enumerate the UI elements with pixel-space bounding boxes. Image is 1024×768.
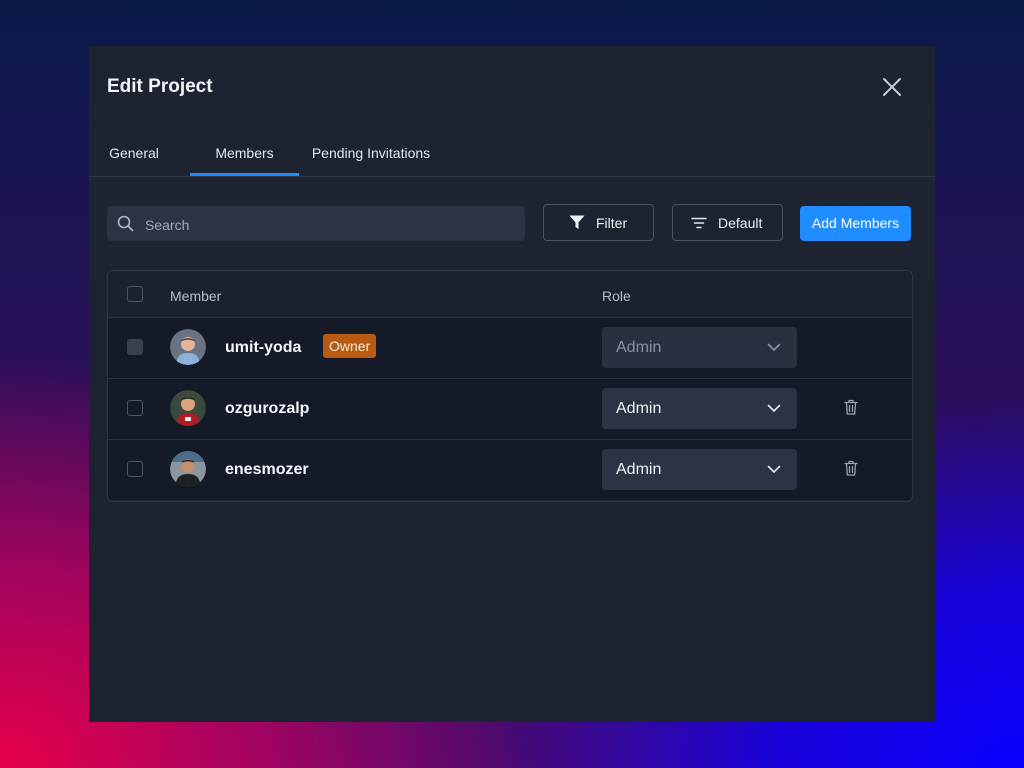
edit-project-modal: Edit Project General Members Pending Inv… — [89, 46, 935, 722]
role-value: Admin — [616, 339, 662, 356]
tab-members[interactable]: Members — [190, 134, 299, 176]
search-box[interactable] — [107, 206, 525, 243]
role-select: Admin — [602, 327, 797, 368]
owner-badge: Owner — [323, 334, 377, 358]
table-header: Member Role — [108, 271, 912, 319]
modal-title: Edit Project — [107, 76, 213, 97]
row-checkbox[interactable] — [127, 461, 143, 477]
table-row: umit-yoda Owner Admin — [108, 317, 912, 378]
add-members-button[interactable]: Add Members — [800, 206, 911, 241]
member-username: umit-yoda — [225, 339, 302, 356]
avatar — [170, 390, 206, 426]
member-username: enesmozer — [225, 461, 309, 478]
filter-button[interactable]: Filter — [543, 204, 654, 241]
sort-button[interactable]: Default — [672, 204, 783, 241]
role-value: Admin — [616, 461, 662, 478]
member-column-header: Member — [170, 288, 222, 304]
role-column-header: Role — [602, 288, 631, 304]
role-select[interactable]: Admin — [602, 449, 797, 490]
tab-bar: General Members Pending Invitations — [89, 134, 935, 177]
chevron-down-icon — [767, 465, 781, 474]
close-icon[interactable] — [879, 74, 905, 100]
row-checkbox — [127, 339, 143, 355]
trash-icon[interactable] — [844, 460, 858, 476]
members-table: Member Role umit-yoda Owner Admin ozguro… — [107, 270, 913, 502]
table-row: ozgurozalp Admin — [108, 378, 912, 439]
member-username: ozgurozalp — [225, 400, 310, 417]
tab-pending-invitations[interactable]: Pending Invitations — [303, 134, 439, 176]
avatar — [170, 451, 206, 487]
sort-icon — [691, 217, 707, 229]
table-row: enesmozer Admin — [108, 439, 912, 500]
search-icon — [117, 215, 134, 232]
role-select[interactable]: Admin — [602, 388, 797, 429]
search-input[interactable] — [143, 206, 517, 243]
chevron-down-icon — [767, 404, 781, 413]
filter-icon — [569, 215, 585, 229]
chevron-down-icon — [767, 343, 781, 352]
filter-label: Filter — [596, 215, 628, 231]
avatar — [170, 329, 206, 365]
select-all-checkbox[interactable] — [127, 286, 143, 302]
trash-icon[interactable] — [844, 399, 858, 415]
tab-general[interactable]: General — [97, 134, 171, 176]
row-checkbox[interactable] — [127, 400, 143, 416]
role-value: Admin — [616, 400, 662, 417]
sort-label: Default — [718, 215, 763, 231]
